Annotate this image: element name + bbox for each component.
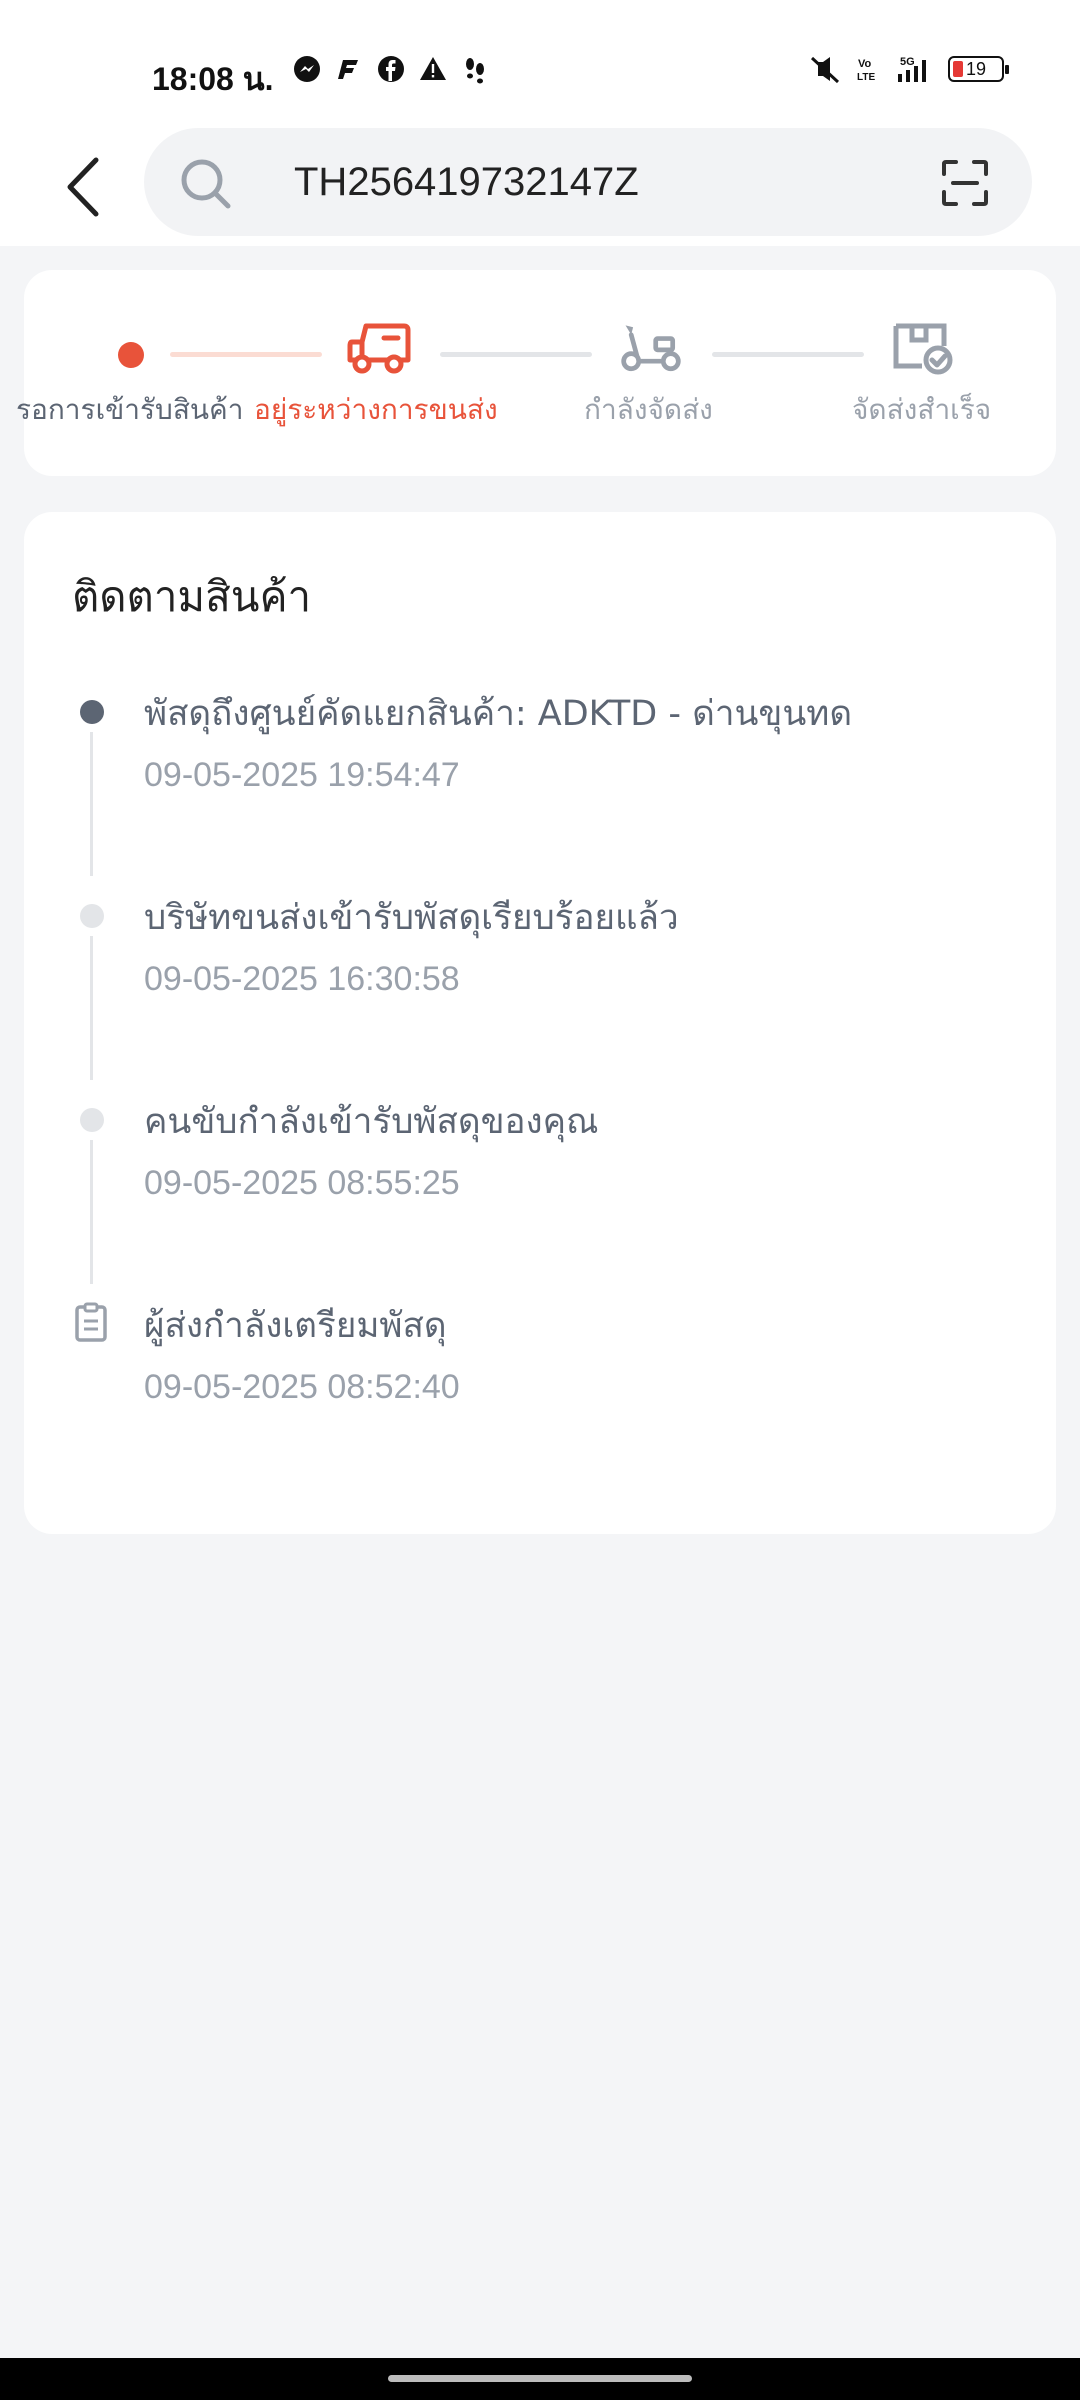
scan-icon[interactable] (940, 158, 990, 208)
timeline-line (90, 732, 93, 876)
facebook-icon (378, 56, 404, 82)
event-title: ผู้ส่งกำลังเตรียมพัสดุ (144, 1306, 447, 1346)
svg-text:Vo: Vo (858, 58, 872, 70)
tracking-title: ติดตามสินค้า (72, 572, 312, 621)
battery-icon: 19 (948, 56, 1009, 82)
progress-track-3 (712, 352, 864, 357)
event-time: 09-05-2025 16:30:58 (144, 960, 460, 998)
volte-icon: Vo LTE (857, 58, 875, 83)
system-navigation-bar (0, 2358, 1080, 2400)
event-title: คนขับกำลังเข้ารับพัสดุของคุณ (144, 1102, 599, 1142)
event-time: 09-05-2025 08:55:25 (144, 1164, 460, 1202)
scooter-icon (621, 325, 681, 372)
signal-5g-icon: 5G (898, 56, 926, 82)
event-title: บริษัทขนส่งเข้ารับพัสดุเรียบร้อยแล้ว (144, 898, 679, 938)
search-input[interactable] (294, 154, 914, 210)
tracking-history-card: ติดตามสินค้า พัสดุถึงศูนย์คัดแยกสินค้า: … (24, 512, 1056, 1534)
timeline-line (90, 936, 93, 1080)
timeline-line (90, 1140, 93, 1284)
timeline-dot-active (80, 700, 104, 724)
timeline-dot (80, 1108, 104, 1132)
shipment-progress-card: รอการเข้ารับสินค้า อยู่ระหว่างการขนส่ง ก… (16, 270, 1056, 476)
svg-text:5G: 5G (900, 56, 915, 68)
progress-step-label: รอการเข้ารับสินค้า (16, 393, 244, 426)
progress-track-2 (440, 352, 592, 357)
back-button[interactable] (56, 152, 116, 222)
progress-step-label: กำลังจัดส่ง (584, 393, 713, 426)
event-time: 09-05-2025 19:54:47 (144, 756, 460, 794)
search-header (0, 110, 1080, 246)
dot-icon (118, 342, 144, 368)
status-notification-icons (292, 54, 490, 84)
truck-icon (347, 323, 411, 374)
svg-text:LTE: LTE (857, 72, 875, 83)
progress-track-1 (170, 352, 322, 357)
progress-step-label: อยู่ระหว่างการขนส่ง (254, 393, 498, 426)
timeline-dot (80, 904, 104, 928)
event-title: พัสดุถึงศูนย์คัดแยกสินค้า: ADKTD - ด่านข… (144, 694, 853, 734)
clipboard-icon (75, 1302, 107, 1342)
box-check-icon (893, 323, 953, 375)
mute-icon (810, 56, 840, 84)
progress-step-awaiting-pickup (118, 342, 144, 368)
status-time: 18:08 น. (152, 61, 274, 97)
messenger-icon (294, 56, 320, 82)
footsteps-icon (466, 58, 484, 84)
home-gesture-handle[interactable] (388, 2375, 692, 2382)
warning-icon (420, 57, 446, 80)
event-time: 09-05-2025 08:52:40 (144, 1368, 460, 1406)
status-system-icons: Vo LTE 5G 19 (808, 54, 1009, 84)
search-bar[interactable] (144, 128, 1032, 236)
progress-step-label: จัดส่งสำเร็จ (852, 393, 992, 426)
search-icon (181, 159, 231, 209)
f-app-icon (338, 60, 358, 79)
